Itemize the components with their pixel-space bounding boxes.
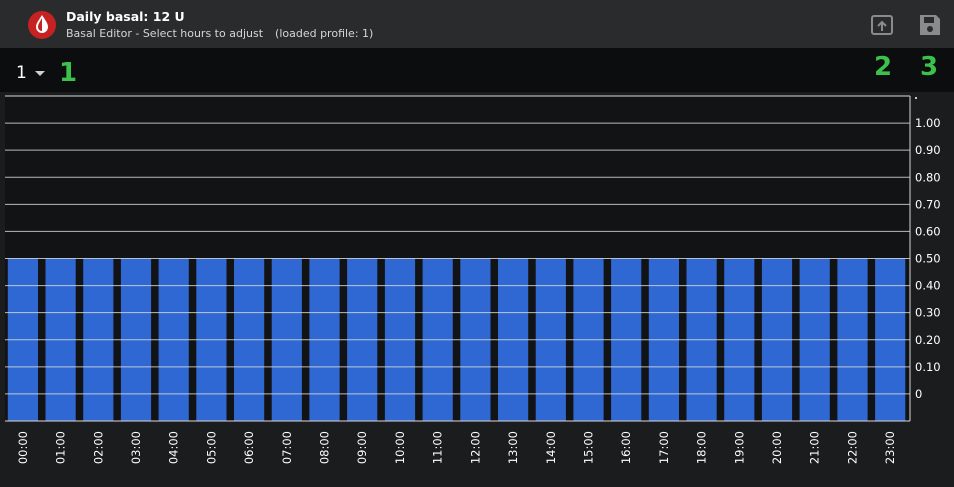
subtitle-main: Basal Editor - Select hours to adjust bbox=[66, 27, 264, 40]
annotation-marker-3: 3 bbox=[920, 52, 939, 82]
basal-chart[interactable]: 0 0.10 0.20 0.30 0.40 0.50 0.60 0.70 0.80 0.90 1.0… bbox=[0, 92, 954, 487]
save-button[interactable] bbox=[917, 12, 943, 38]
annotation-marker-2: 2 bbox=[874, 52, 893, 82]
x-tick-label: 22:00 bbox=[845, 431, 859, 464]
y-tick-label: 0.10 bbox=[915, 360, 941, 374]
x-tick-label: 10:00 bbox=[393, 431, 407, 464]
y-tick-label: 0.40 bbox=[915, 279, 941, 293]
x-tick-label: 17:00 bbox=[657, 431, 671, 464]
y-tick-label: 0.80 bbox=[915, 170, 941, 184]
x-tick-label: 08:00 bbox=[318, 431, 332, 464]
x-tick-label: 21:00 bbox=[808, 431, 822, 464]
annotation-marker-1: 1 bbox=[59, 58, 78, 88]
x-tick-label: 15:00 bbox=[582, 431, 596, 464]
y-tick-label: 0.70 bbox=[915, 197, 941, 211]
page-title: Daily basal: 12 U bbox=[66, 9, 185, 24]
x-tick-label: 16:00 bbox=[619, 431, 633, 464]
y-tick-label: 0.60 bbox=[915, 224, 941, 238]
blood-drop-icon bbox=[28, 11, 56, 39]
app-bar: Daily basal: 12 U Basal Editor - Select … bbox=[0, 0, 954, 48]
profile-selector-value: 1 bbox=[16, 63, 27, 83]
y-tick-label: 1.00 bbox=[915, 116, 941, 130]
x-tick-label: 13:00 bbox=[506, 431, 520, 464]
toolbar-row bbox=[0, 48, 954, 92]
x-tick-label: 02:00 bbox=[91, 431, 105, 464]
x-tick-label: 23:00 bbox=[883, 431, 897, 464]
subtitle-profile: (loaded profile: 1) bbox=[275, 27, 374, 40]
upload-icon bbox=[871, 15, 893, 35]
x-tick-label: 07:00 bbox=[280, 431, 294, 464]
y-tick-label: 0 bbox=[915, 387, 922, 401]
x-tick-label: 01:00 bbox=[54, 431, 68, 464]
y-tick-label: 0.90 bbox=[915, 143, 941, 157]
x-tick-label: 00:00 bbox=[16, 431, 30, 464]
y-axis-top-marker bbox=[915, 97, 917, 99]
x-tick-label: 20:00 bbox=[770, 431, 784, 464]
y-tick-label: 0.50 bbox=[915, 252, 941, 266]
x-tick-label: 05:00 bbox=[204, 431, 218, 464]
x-tick-label: 04:00 bbox=[167, 431, 181, 464]
x-tick-label: 09:00 bbox=[355, 431, 369, 464]
chevron-down-icon bbox=[34, 70, 45, 76]
save-icon bbox=[920, 15, 940, 35]
x-tick-label: 12:00 bbox=[468, 431, 482, 464]
y-tick-label: 0.30 bbox=[915, 306, 941, 320]
y-tick-label: 0.20 bbox=[915, 333, 941, 347]
x-tick-label: 03:00 bbox=[129, 431, 143, 464]
page-subtitle: Basal Editor - Select hours to adjust (lo… bbox=[66, 27, 373, 40]
x-tick-label: 06:00 bbox=[242, 431, 256, 464]
x-tick-label: 19:00 bbox=[732, 431, 746, 464]
x-tick-label: 14:00 bbox=[544, 431, 558, 464]
x-tick-label: 11:00 bbox=[431, 431, 445, 464]
x-tick-label: 18:00 bbox=[695, 431, 709, 464]
basal-chart-svg: 0 0.10 0.20 0.30 0.40 0.50 0.60 0.70 0.80 0.90 1.0… bbox=[5, 95, 941, 464]
profile-selector[interactable]: 1 bbox=[16, 62, 45, 84]
upload-button[interactable] bbox=[869, 12, 895, 38]
